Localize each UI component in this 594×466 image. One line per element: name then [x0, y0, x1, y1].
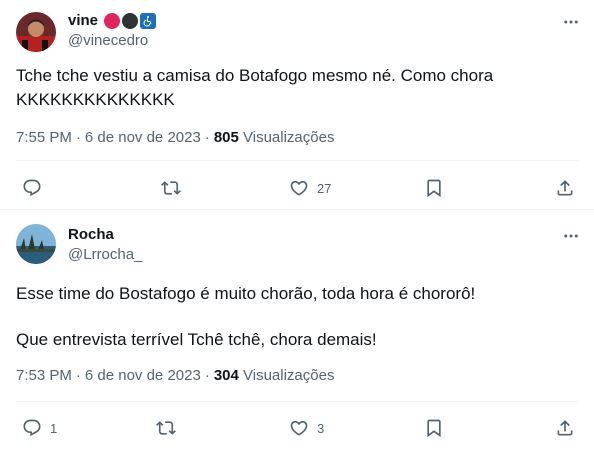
- share-button[interactable]: [555, 417, 575, 439]
- wheelchair-symbol-emoji: [140, 13, 156, 29]
- like-button[interactable]: 3: [289, 417, 324, 439]
- bookmark-button[interactable]: [424, 417, 444, 439]
- like-button[interactable]: 27: [289, 177, 331, 199]
- share-icon: [557, 180, 573, 196]
- retweet-icon: [161, 181, 181, 195]
- heart-icon: [290, 180, 308, 196]
- like-count: 27: [317, 180, 332, 196]
- share-button[interactable]: [555, 177, 575, 199]
- bookmark-icon: [427, 179, 441, 198]
- views-label: Visualizações: [243, 367, 335, 384]
- reply-icon: [23, 179, 41, 197]
- divider: [16, 401, 578, 402]
- avatar[interactable]: [16, 12, 56, 52]
- more-options-icon[interactable]: [561, 12, 581, 32]
- like-count: 3: [317, 420, 325, 436]
- more-options-icon[interactable]: [561, 226, 581, 246]
- tweet-text-line: Tche tche vestiu a camisa do Botafogo me…: [16, 66, 494, 85]
- reply-count: 1: [50, 420, 58, 436]
- tweet-text-paragraph: Que entrevista terrível Tchê tchê, chora…: [16, 330, 377, 349]
- avatar[interactable]: [16, 224, 56, 264]
- user-handle[interactable]: @Lrrocha_: [68, 245, 142, 265]
- tweet-date[interactable]: 6 de nov de 2023: [85, 129, 201, 146]
- reply-button[interactable]: [22, 177, 50, 199]
- retweet-button[interactable]: [156, 417, 184, 439]
- tweet: vine @vinecedro Tche tche vestiu a camis…: [0, 0, 594, 210]
- bookmark-icon: [427, 419, 441, 438]
- share-icon: [557, 420, 573, 436]
- display-name[interactable]: Rocha: [68, 225, 114, 245]
- views-count: 805: [213, 129, 239, 146]
- tweet-text-line: KKKKKKKKKKKKKK: [16, 90, 175, 109]
- bookmark-button[interactable]: [424, 177, 444, 199]
- user-handle[interactable]: @vinecedro: [68, 31, 148, 51]
- tweet-meta: 7:53 PM · 6 de nov de 2023 · 304 Visualizaçõ…: [16, 367, 335, 384]
- tweet-meta: 7:55 PM · 6 de nov de 2023 · 805 Visualizaçõ…: [16, 129, 335, 146]
- tweet-date[interactable]: 6 de nov de 2023: [85, 367, 201, 384]
- black-circle-emoji: [122, 13, 138, 29]
- tweet-time[interactable]: 7:55 PM: [16, 129, 72, 146]
- red-circle-emoji: [104, 13, 120, 29]
- tweet-text: Tche tche vestiu a camisa do Botafogo me…: [16, 64, 576, 112]
- tweet: Rocha @Lrrocha_ Esse time do Bostafogo é…: [0, 210, 594, 466]
- heart-icon: [290, 420, 308, 436]
- name-emoji-badges: [104, 13, 156, 29]
- reply-button[interactable]: 1: [22, 417, 57, 439]
- tweet-time[interactable]: 7:53 PM: [16, 367, 72, 384]
- tweet-text: Esse time do Bostafogo é muito chorão, t…: [16, 282, 576, 352]
- display-name[interactable]: vine: [68, 11, 98, 31]
- views-label: Visualizações: [243, 129, 335, 146]
- retweet-button[interactable]: [161, 177, 189, 199]
- tweet-text-paragraph: Esse time do Bostafogo é muito chorão, t…: [16, 284, 476, 303]
- reply-icon: [23, 419, 41, 437]
- divider: [16, 160, 578, 161]
- retweet-icon: [156, 421, 176, 435]
- views-count: 304: [213, 367, 239, 384]
